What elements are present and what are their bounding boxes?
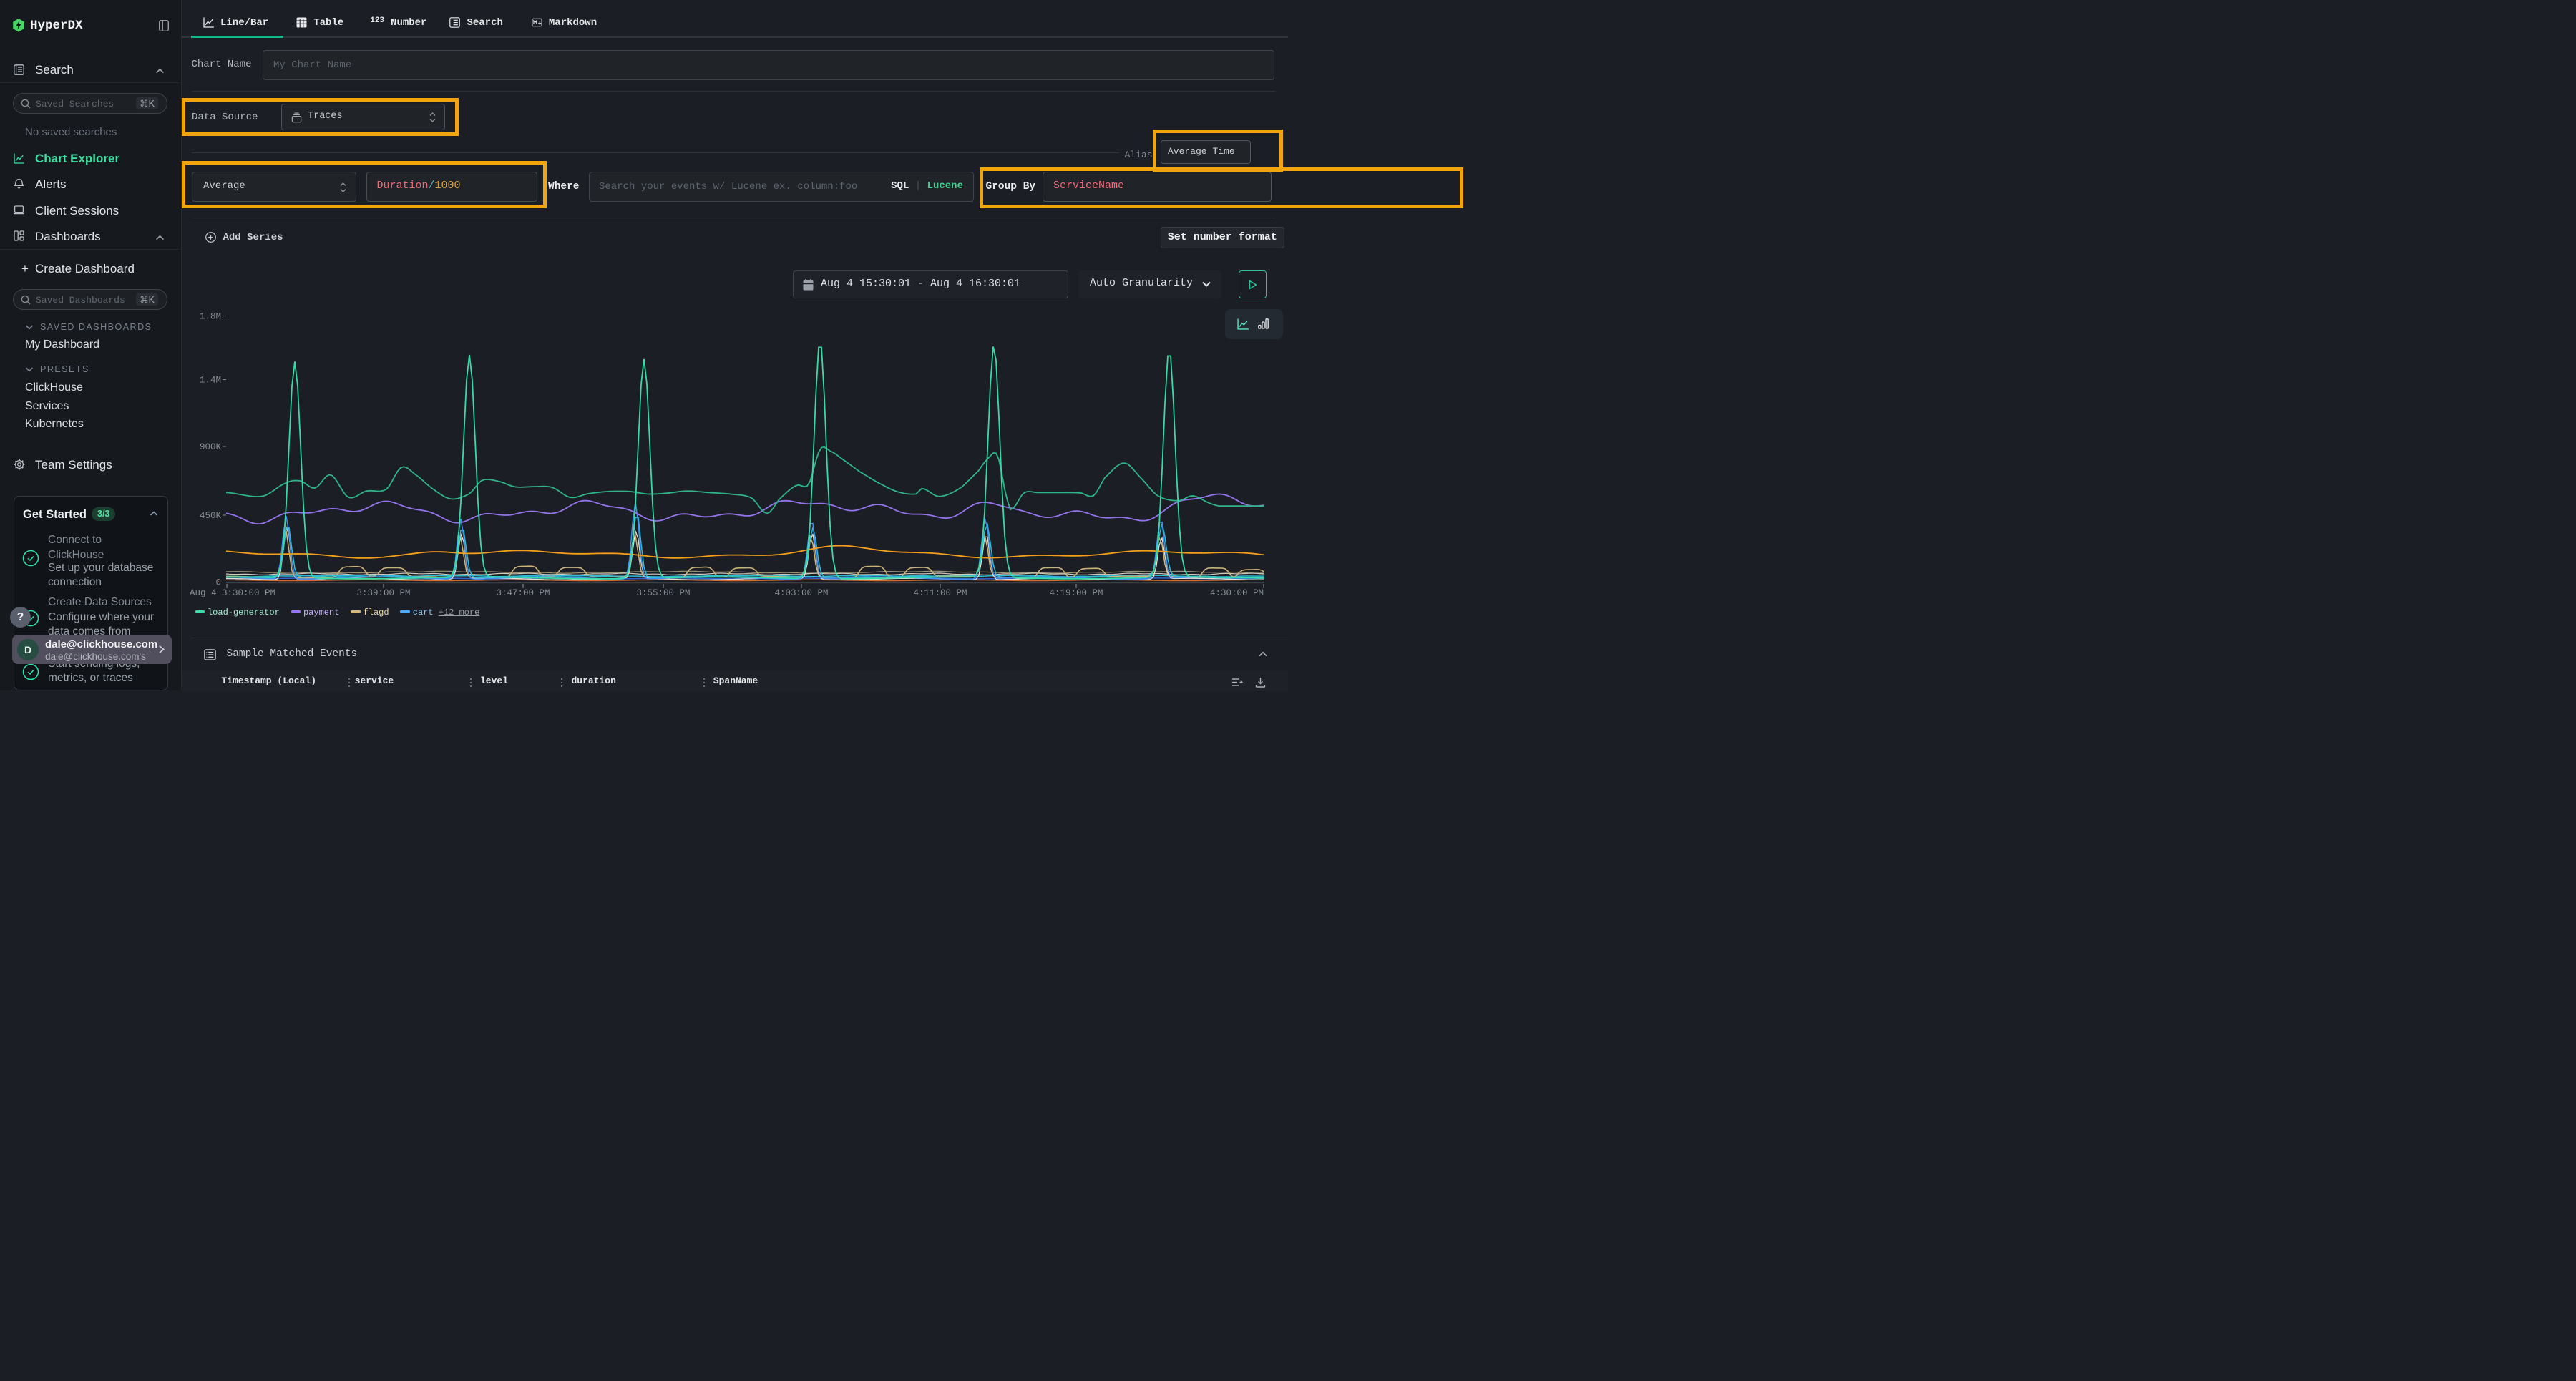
svg-text:3:47:00 PM: 3:47:00 PM — [496, 588, 550, 598]
svg-text:4:19:00 PM: 4:19:00 PM — [1049, 588, 1103, 598]
svg-text:1.8M: 1.8M — [200, 312, 221, 322]
svg-text:4:03:00 PM: 4:03:00 PM — [774, 588, 828, 598]
svg-text:450K: 450K — [200, 511, 222, 521]
svg-text:1.4M: 1.4M — [200, 376, 221, 386]
svg-text:3:55:00 PM: 3:55:00 PM — [636, 588, 690, 598]
svg-text:4:30:00 PM: 4:30:00 PM — [1210, 588, 1264, 598]
svg-text:4:11:00 PM: 4:11:00 PM — [913, 588, 967, 598]
svg-text:0: 0 — [215, 578, 221, 588]
svg-text:Aug 4 3:30:00 PM: Aug 4 3:30:00 PM — [190, 588, 275, 598]
svg-text:900K: 900K — [200, 442, 222, 452]
svg-text:3:39:00 PM: 3:39:00 PM — [356, 588, 410, 598]
